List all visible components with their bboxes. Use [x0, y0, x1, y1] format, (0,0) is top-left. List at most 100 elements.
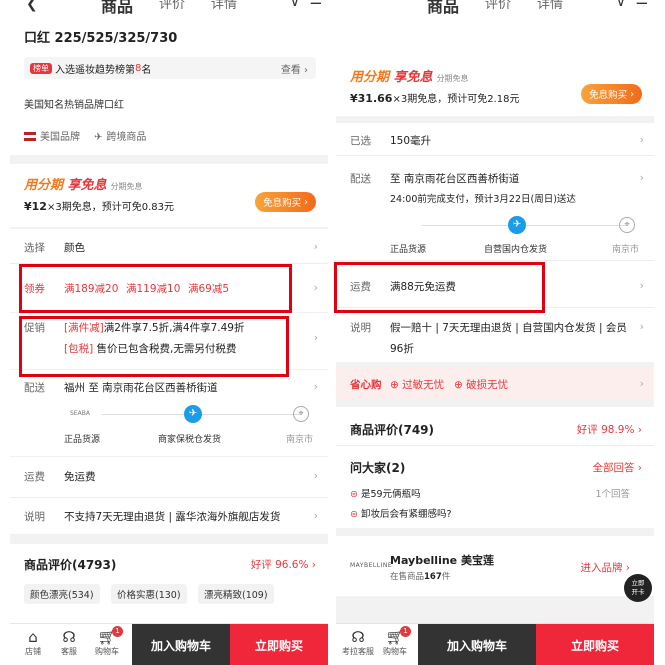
plane-icon: ✈ [94, 132, 103, 143]
menu-icon[interactable]: ☰ [635, 0, 648, 8]
savings-row[interactable]: 省心购 ⊕ 过敏无忧 ⊕ 破损无忧 › [336, 367, 654, 399]
shipping-row[interactable]: 运费 免运费 › [10, 457, 328, 497]
select-row[interactable]: 选择 颜色 › [10, 229, 328, 263]
reviews-card[interactable]: 商品评价(4793) 好评 96.6% › 颜色漂亮(534) 价格实惠(130… [10, 544, 328, 624]
enter-brand-link[interactable]: 进入品牌 › [580, 560, 630, 575]
installment-price-line: ¥12×3期免息，预计可免0.83元 [24, 198, 174, 213]
back-icon[interactable]: ❮ [26, 0, 38, 12]
rank-banner[interactable]: 榜单 入选遥妆趋势榜第 8 名 查看 › [24, 57, 316, 79]
product-tabs-header: ❮ 商品 评价 详情 ∨ ☰ [10, 0, 328, 30]
tab-details[interactable]: 详情 [537, 0, 563, 12]
highlight-shipping [334, 262, 545, 313]
rank-view-link[interactable]: 查看 › [281, 61, 308, 76]
tab-product[interactable]: 商品 [101, 0, 133, 17]
delivery-value: 至 南京雨花台区西善桥街道 [390, 173, 520, 185]
product-info-card: 口红 225/525/325/730 榜单 入选遥妆趋势榜第 8 名 查看 › 美国… [10, 30, 328, 155]
chevron-right-icon: › [639, 171, 644, 184]
buy-now-button[interactable]: 立即购买 [536, 624, 654, 665]
brand-tags: 美国品牌 ✈ 跨境商品 [24, 128, 146, 143]
location-pin-icon: ⌖ [619, 217, 635, 233]
installment-price-line: ¥31.66×3期免息，预计可免2.18元 [350, 90, 519, 105]
installment-badge: 分期免息 [110, 182, 143, 191]
tab-reviews[interactable]: 评价 [159, 0, 185, 12]
bottom-action-bar: ⌂ 店铺 ☊ 客服 🛒︎ 购物车 1 加入购物车 立即购买 [10, 623, 328, 665]
delivery-step-1: 正品货源 [390, 245, 427, 255]
highlight-promo [19, 316, 289, 377]
installment-buy-button[interactable]: 免息购买 › [255, 192, 316, 212]
delivery-label: 配送 [350, 173, 371, 185]
savings-item-1: ⊕ 过敏无忧 [390, 379, 445, 391]
reviews-card[interactable]: 商品评价(749) 好评 98.9% › [336, 407, 654, 445]
location-pin-icon: ⌖ [293, 406, 309, 422]
installment-card: 用分期 享免息 分期免息 ¥12×3期免息，预计可免0.83元 免息购买 › [10, 164, 328, 227]
tab-product[interactable]: 商品 [427, 0, 459, 17]
installment-price: ¥31.66 [350, 92, 393, 105]
chevron-right-icon: › [313, 281, 318, 294]
chevron-right-icon: › [639, 320, 644, 333]
delivery-step-3: 南京市 [612, 245, 640, 255]
shield-icon: ⊕ [454, 379, 463, 391]
cart-count-badge: 1 [112, 626, 123, 637]
service-button[interactable]: ☊ 客服 [54, 628, 84, 657]
open-card-float-button[interactable]: 立即 开卡 [624, 574, 652, 602]
chevron-right-icon: › [313, 240, 318, 253]
qa-title: 问大家(2) [350, 461, 406, 475]
note-value-line-2: 96折 [390, 343, 414, 355]
tab-reviews[interactable]: 评价 [485, 0, 511, 12]
review-chip-3[interactable]: 漂亮精致(109) [198, 584, 274, 604]
delivery-detail: 24:00前完成支付，预计3月22日(周日)送达 [390, 194, 576, 205]
qa-card[interactable]: 问大家(2) 全部回答 › ⊜ 是59元俩瓶吗 1个回答 ⊜ 卸妆后会有紧绷感吗… [336, 446, 654, 528]
delivery-value: 福州 至 南京雨花台区西善桥街道 [64, 382, 218, 394]
brand-tag-crossborder: 跨境商品 [106, 132, 147, 143]
select-value: 颜色 [64, 242, 85, 254]
store-icon: ⌂ [28, 628, 38, 646]
note-value-line-1: 假一赔十 | 7天无理由退货 | 自营国内仓发货 | 会员 [390, 322, 627, 334]
savings-item-2: ⊕ 破损无忧 [454, 379, 509, 391]
chevron-down-icon[interactable]: ∨ [290, 0, 300, 10]
installment-card: 用分期 享免息 分期免息 ¥31.66×3期免息，预计可免2.18元 免息购买 › [336, 30, 654, 116]
chevron-down-icon[interactable]: ∨ [616, 0, 626, 10]
installment-detail: ×3期免息，预计可免2.18元 [392, 94, 520, 105]
shipping-label: 运费 [24, 471, 45, 483]
installment-price: ¥12 [24, 200, 47, 213]
installment-detail: ×3期免息，预计可免0.83元 [46, 202, 174, 213]
qa-all-link[interactable]: 全部回答 › [592, 460, 642, 475]
selected-label: 已选 [350, 135, 371, 147]
question-icon: ⊜ [350, 509, 358, 520]
qa-item-2[interactable]: ⊜ 卸妆后会有紧绷感吗? [350, 506, 452, 520]
selected-row[interactable]: 已选 150毫升 › [336, 123, 654, 155]
delivery-label: 配送 [24, 382, 45, 394]
service-button[interactable]: ☊ 考拉客服 [340, 628, 376, 657]
delivery-row[interactable]: 配送 至 南京雨花台区西善桥街道 24:00前完成支付，预计3月22日(周日)送… [336, 156, 654, 260]
plane-icon: ✈ [508, 216, 526, 234]
qa-item-1[interactable]: ⊜ 是59元俩瓶吗 1个回答 [350, 486, 640, 500]
brand-card[interactable]: MAYBELLINE Maybelline 美宝莲 在售商品167件 进入品牌 … [336, 536, 654, 596]
delivery-row[interactable]: 配送 福州 至 南京雨花台区西善桥街道 › SEABA ✈ ⌖ 正品货源 商家保… [10, 370, 328, 456]
tab-details[interactable]: 详情 [211, 0, 237, 12]
note-row[interactable]: 说明 假一赔十 | 7天无理由退货 | 自营国内仓发货 | 会员 96折 › [336, 308, 654, 362]
installment-badge: 分期免息 [436, 74, 469, 83]
selected-value: 150毫升 [390, 135, 432, 147]
review-chip-2[interactable]: 价格实惠(130) [111, 584, 187, 604]
highlight-coupons [19, 264, 292, 313]
buy-now-button[interactable]: 立即购买 [230, 624, 328, 665]
product-tabs-header: 商品 评价 详情 ∨ ☰ [336, 0, 654, 30]
add-to-cart-button[interactable]: 加入购物车 [132, 624, 230, 665]
note-row[interactable]: 说明 不支持7天无理由退货 | 露华浓海外旗舰店发货 › [10, 498, 328, 534]
us-flag-icon [24, 132, 36, 141]
plane-icon: ✈ [184, 405, 202, 423]
shield-icon: ⊕ [390, 379, 399, 391]
installment-buy-button[interactable]: 免息购买 › [581, 84, 642, 104]
rank-text-prefix: 入选遥妆趋势榜第 [55, 64, 135, 76]
note-label: 说明 [350, 322, 371, 334]
store-button[interactable]: ⌂ 店铺 [18, 628, 48, 657]
menu-icon[interactable]: ☰ [309, 0, 322, 8]
chevron-right-icon: › [639, 377, 644, 390]
review-chip-1[interactable]: 颜色漂亮(534) [24, 584, 100, 604]
cart-count-badge: 1 [400, 626, 411, 637]
chevron-right-icon: › [313, 380, 318, 393]
product-title: 口红 225/525/325/730 [24, 31, 178, 46]
question-icon: ⊜ [350, 489, 358, 500]
delivery-step-1: 正品货源 [64, 435, 101, 445]
add-to-cart-button[interactable]: 加入购物车 [418, 624, 536, 665]
